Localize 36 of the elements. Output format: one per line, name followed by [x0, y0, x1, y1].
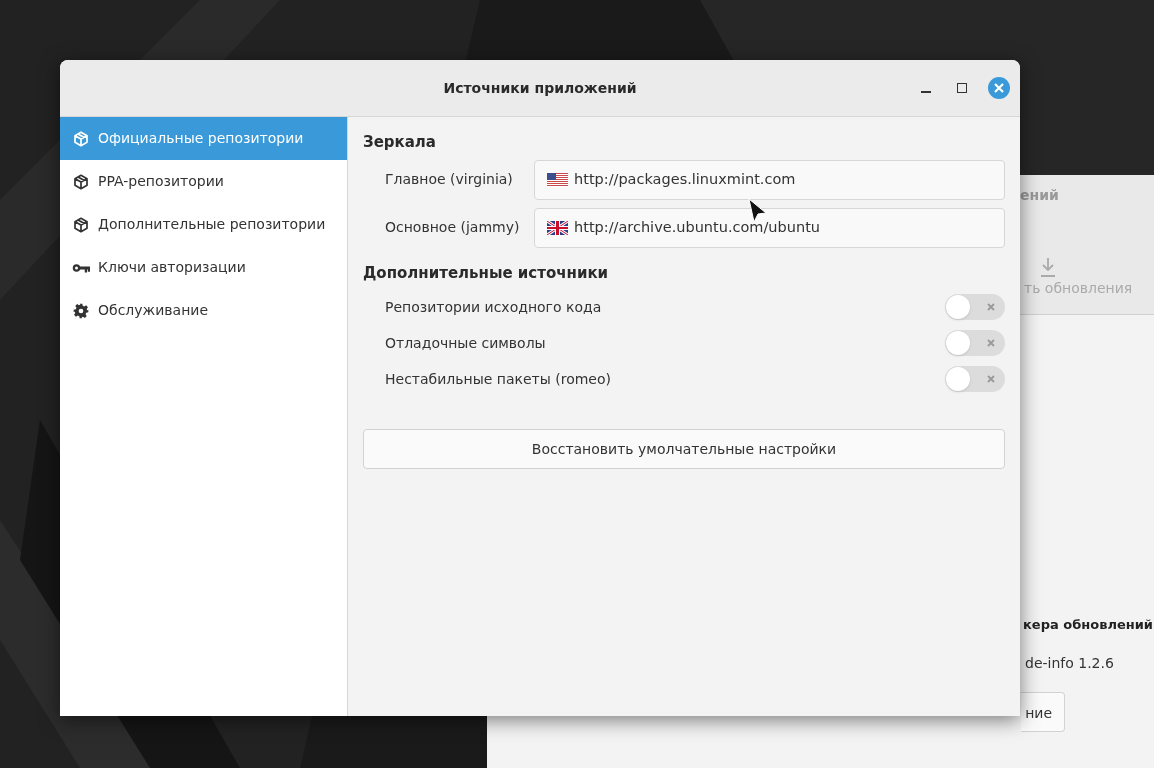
section-heading: Зеркала	[363, 132, 437, 153]
restore-defaults-button[interactable]: Восстановить умолчательные настройки	[363, 429, 1005, 469]
toggle-switch[interactable]	[945, 330, 1005, 356]
sidebar-item[interactable]: Дополнительные репозитории	[60, 203, 347, 246]
sidebar-item[interactable]: Ключи авторизации	[60, 246, 347, 289]
off-icon	[987, 339, 995, 347]
mirror-label: Главное (virginia)	[384, 170, 514, 189]
sidebar-item[interactable]: Обслуживание	[60, 289, 347, 332]
close-icon	[994, 83, 1004, 93]
gear-icon	[73, 302, 89, 319]
window-title: Источники приложений	[443, 78, 637, 98]
toggle-switch[interactable]	[945, 366, 1005, 392]
section-heading: Дополнительные источники	[363, 262, 610, 284]
mirror-label: Основное (jammy)	[384, 218, 521, 237]
close-button[interactable]	[988, 77, 1010, 99]
option-label: Отладочные символы	[384, 333, 546, 353]
flag-icon	[547, 172, 568, 187]
off-icon	[987, 303, 995, 311]
mirror-field[interactable]: http://archive.ubuntu.com/ubuntu	[534, 207, 1005, 248]
package-icon	[73, 130, 89, 147]
toolbar-button-label: ть обновления	[1024, 279, 1133, 298]
package-icon	[73, 216, 89, 233]
option-label: Репозитории исходного кода	[384, 297, 602, 317]
flag-icon	[547, 220, 568, 235]
apply-button[interactable]: ние	[1021, 692, 1065, 732]
section-title: кера обновлений	[1023, 616, 1153, 634]
option-label: Нестабильные пакеты (romeo)	[384, 369, 611, 389]
version-text: de-info 1.2.6	[1025, 654, 1114, 673]
download-icon	[1040, 257, 1056, 277]
toggle-switch[interactable]	[945, 294, 1005, 320]
off-icon	[987, 375, 995, 383]
key-icon	[72, 261, 90, 274]
header-text: ений	[1020, 186, 1059, 205]
sidebar-item[interactable]: PPA-репозитории	[60, 160, 347, 203]
package-icon	[73, 173, 89, 190]
mirror-field[interactable]: http://packages.linuxmint.com	[534, 159, 1005, 200]
